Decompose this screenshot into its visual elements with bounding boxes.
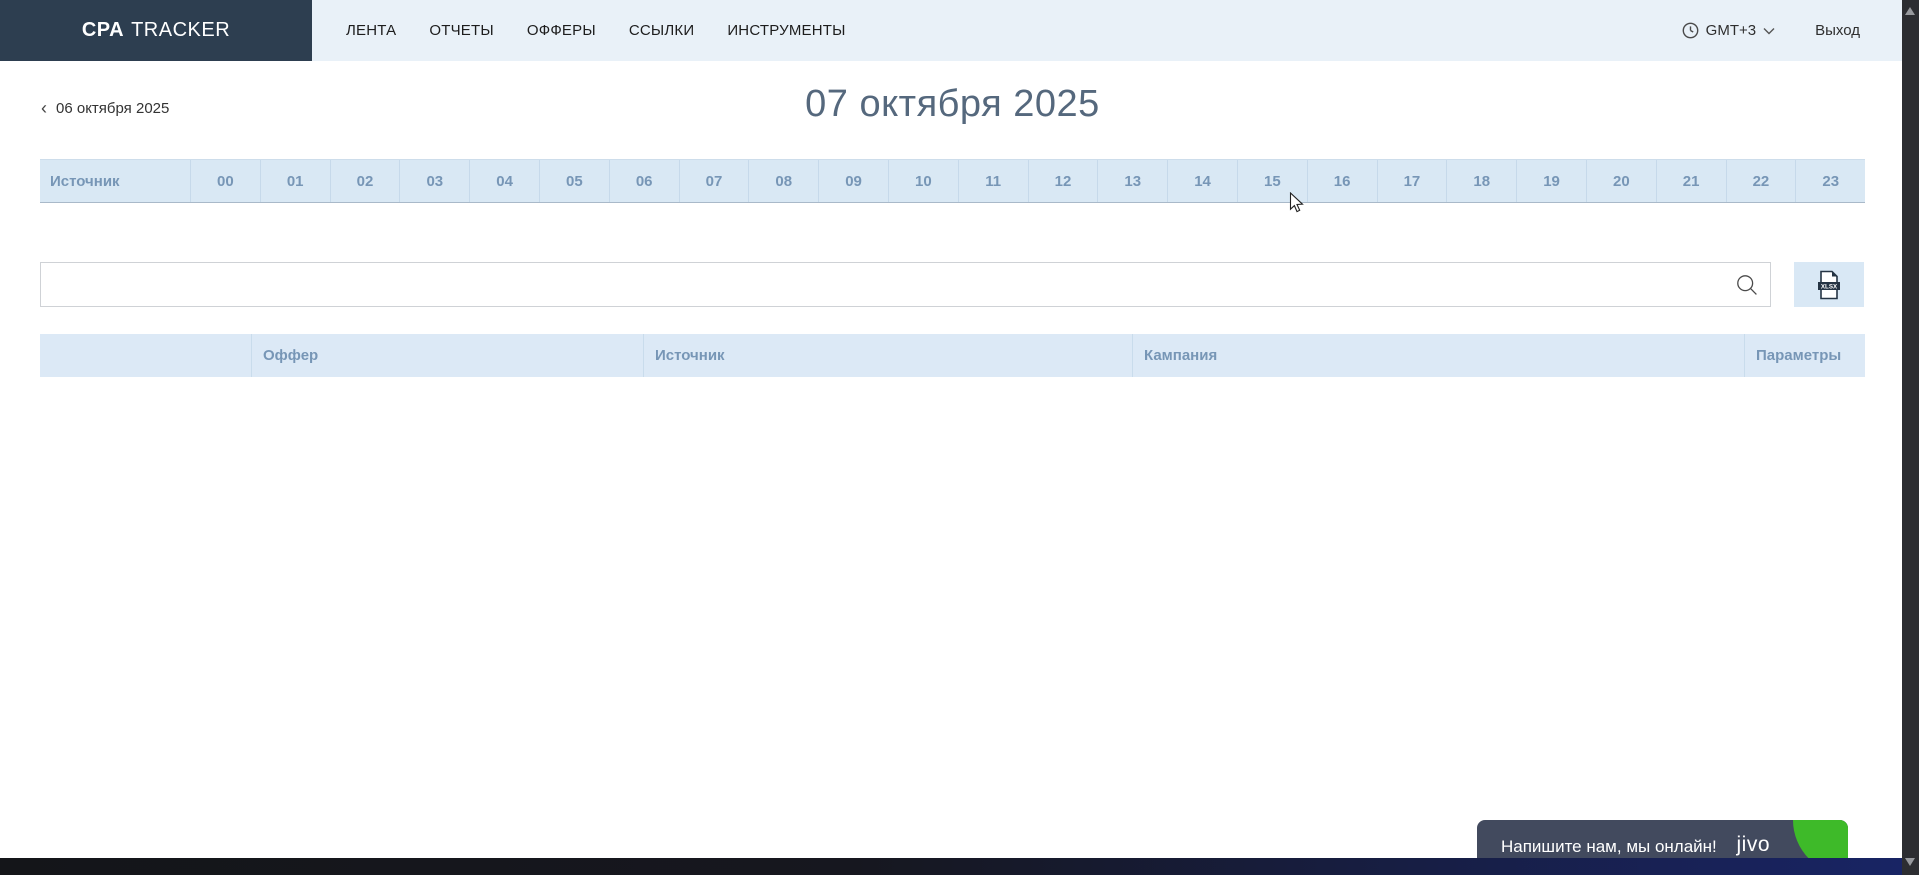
hour-column-18: 18 — [1446, 160, 1516, 202]
timezone-label: GMT+3 — [1706, 22, 1756, 39]
hour-label: 00 — [217, 173, 234, 190]
hour-label: 13 — [1124, 173, 1141, 190]
results-col-empty — [40, 334, 251, 377]
page-title: 07 октября 2025 — [40, 83, 1865, 126]
hour-label: 14 — [1194, 173, 1211, 190]
footer-strip — [0, 858, 1902, 875]
hour-column-06: 06 — [609, 160, 679, 202]
column-label: Оффер — [263, 347, 318, 364]
column-label: Параметры — [1756, 347, 1841, 364]
hour-column-07: 07 — [679, 160, 749, 202]
hour-column-04: 04 — [469, 160, 539, 202]
hour-column-19: 19 — [1516, 160, 1586, 202]
chat-message: Напишите нам, мы онлайн! — [1501, 837, 1717, 857]
hour-label: 18 — [1473, 173, 1490, 190]
hour-column-00: 00 — [190, 160, 260, 202]
hour-label: 09 — [845, 173, 862, 190]
svg-text:XLSX: XLSX — [1821, 283, 1838, 290]
brand-logo[interactable]: CPA TRACKER — [0, 0, 312, 61]
search-input[interactable] — [40, 262, 1771, 307]
chevron-down-icon — [1763, 27, 1775, 35]
main-menu: ЛЕНТА ОТЧЕТЫ ОФФЕРЫ ССЫЛКИ ИНСТРУМЕНТЫ — [346, 22, 846, 39]
top-navbar: CPA TRACKER ЛЕНТА ОТЧЕТЫ ОФФЕРЫ ССЫЛКИ И… — [0, 0, 1902, 61]
hour-label: 19 — [1543, 173, 1560, 190]
hour-column-14: 14 — [1167, 160, 1237, 202]
hour-label: 04 — [496, 173, 513, 190]
jivo-logo: jivo — [1736, 833, 1770, 857]
hour-label: 05 — [566, 173, 583, 190]
hour-column-16: 16 — [1307, 160, 1377, 202]
hour-label: 07 — [706, 173, 723, 190]
hour-column-08: 08 — [748, 160, 818, 202]
scroll-down-arrow-icon[interactable] — [1905, 858, 1915, 866]
hour-column-01: 01 — [260, 160, 330, 202]
hour-label: 03 — [426, 173, 443, 190]
column-label: Источник — [655, 347, 725, 364]
timezone-selector[interactable]: GMT+3 — [1682, 22, 1775, 39]
nav-item-tools[interactable]: ИНСТРУМЕНТЫ — [727, 22, 845, 39]
clock-icon — [1682, 22, 1699, 39]
hour-column-15: 15 — [1237, 160, 1307, 202]
hour-column-20: 20 — [1586, 160, 1656, 202]
hour-label: 15 — [1264, 173, 1281, 190]
hour-label: 08 — [775, 173, 792, 190]
brand-logo-light: TRACKER — [131, 19, 230, 42]
brand-logo-bold: CPA — [82, 19, 124, 42]
cpa-tracker-page: CPA TRACKER ЛЕНТА ОТЧЕТЫ ОФФЕРЫ ССЫЛКИ И… — [0, 0, 1919, 875]
hour-column-22: 22 — [1726, 160, 1796, 202]
hour-label: 01 — [287, 173, 304, 190]
logout-link[interactable]: Выход — [1815, 22, 1860, 39]
topbar-right-cluster: GMT+3 Выход — [1682, 22, 1860, 39]
results-col-offer: Оффер — [251, 334, 643, 377]
hour-column-23: 23 — [1795, 160, 1865, 202]
nav-item-offers[interactable]: ОФФЕРЫ — [527, 22, 596, 39]
hour-column-12: 12 — [1028, 160, 1098, 202]
nav-item-reports[interactable]: ОТЧЕТЫ — [429, 22, 493, 39]
hour-label: 16 — [1334, 173, 1351, 190]
hour-label: 21 — [1683, 173, 1700, 190]
results-col-campaign: Кампания — [1132, 334, 1744, 377]
hour-column-21: 21 — [1656, 160, 1726, 202]
results-col-source: Источник — [643, 334, 1132, 377]
column-label: Кампания — [1144, 347, 1217, 364]
results-col-params: Параметры — [1744, 334, 1865, 377]
nav-item-feed[interactable]: ЛЕНТА — [346, 22, 396, 39]
hour-label: 11 — [985, 173, 1001, 190]
scroll-up-arrow-icon[interactable] — [1905, 7, 1915, 15]
hour-column-17: 17 — [1377, 160, 1447, 202]
hour-column-11: 11 — [958, 160, 1028, 202]
hour-column-10: 10 — [888, 160, 958, 202]
hour-label: 22 — [1753, 173, 1770, 190]
hour-label: 17 — [1404, 173, 1421, 190]
hours-source-header: Источник — [40, 160, 190, 202]
hour-label: 12 — [1055, 173, 1072, 190]
hours-header-row: Источник 00 01 02 03 04 05 06 07 08 09 1… — [40, 159, 1865, 203]
hour-column-02: 02 — [330, 160, 400, 202]
xlsx-file-icon: XLSX — [1816, 270, 1842, 300]
hour-column-03: 03 — [399, 160, 469, 202]
hour-label: 02 — [357, 173, 374, 190]
hour-column-05: 05 — [539, 160, 609, 202]
hours-source-label: Источник — [50, 173, 120, 190]
nav-item-links[interactable]: ССЫЛКИ — [629, 22, 695, 39]
hour-column-09: 09 — [818, 160, 888, 202]
hour-label: 06 — [636, 173, 653, 190]
results-table-header: Оффер Источник Кампания Параметры — [40, 334, 1865, 377]
hour-label: 23 — [1822, 173, 1839, 190]
hour-column-13: 13 — [1097, 160, 1167, 202]
hour-label: 10 — [915, 173, 932, 190]
hour-label: 20 — [1613, 173, 1630, 190]
search-icon[interactable] — [1736, 274, 1758, 296]
export-xlsx-button[interactable]: XLSX — [1794, 262, 1864, 307]
vertical-scrollbar[interactable] — [1902, 0, 1919, 875]
